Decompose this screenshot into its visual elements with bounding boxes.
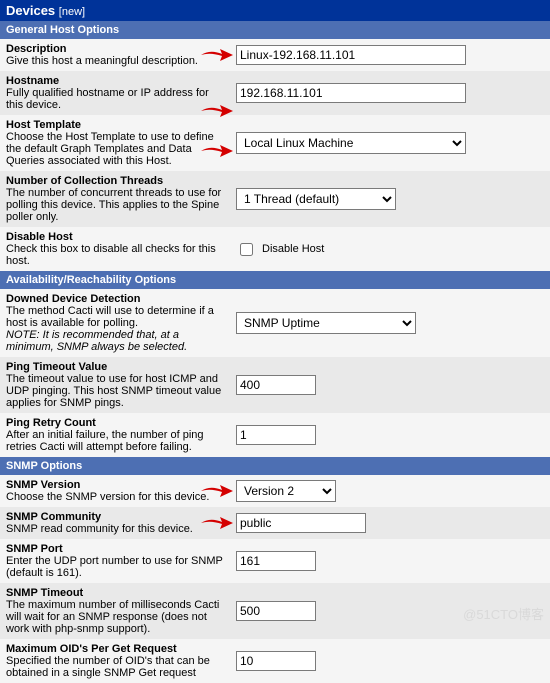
row-threads: Number of Collection Threads The number … [0, 171, 550, 227]
threads-select[interactable]: 1 Thread (default) [236, 188, 396, 210]
row-ping-timeout: Ping Timeout Value The timeout value to … [0, 357, 550, 413]
hostname-label: Hostname [6, 75, 59, 87]
title-main: Devices [6, 3, 55, 18]
description-input[interactable] [236, 45, 466, 65]
row-max-oid: Maximum OID's Per Get Request Specified … [0, 639, 550, 683]
ping-timeout-help: The timeout value to use for host ICMP a… [6, 373, 221, 409]
snmp-timeout-label: SNMP Timeout [6, 587, 83, 599]
row-description: Description Give this host a meaningful … [0, 39, 550, 71]
host-template-label: Host Template [6, 119, 81, 131]
ping-retry-help: After an initial failure, the number of … [6, 429, 204, 453]
row-hostname: Hostname Fully qualified hostname or IP … [0, 71, 550, 115]
max-oid-input[interactable] [236, 651, 316, 671]
snmp-version-label: SNMP Version [6, 479, 80, 491]
disable-label: Disable Host [6, 231, 73, 243]
max-oid-label: Maximum OID's Per Get Request [6, 643, 177, 655]
row-host-template: Host Template Choose the Host Template t… [0, 115, 550, 171]
row-snmp-port: SNMP Port Enter the UDP port number to u… [0, 539, 550, 583]
row-snmp-community: SNMP Community SNMP read community for t… [0, 507, 550, 539]
downed-help: The method Cacti will use to determine i… [6, 305, 214, 329]
row-downed: Downed Device Detection The method Cacti… [0, 289, 550, 357]
description-label: Description [6, 43, 67, 55]
row-snmp-version: SNMP Version Choose the SNMP version for… [0, 475, 550, 507]
snmp-community-help: SNMP read community for this device. [6, 523, 193, 535]
max-oid-help: Specified the number of OID's that can b… [6, 655, 210, 679]
row-ping-retry: Ping Retry Count After an initial failur… [0, 413, 550, 457]
snmp-community-input[interactable] [236, 513, 366, 533]
disable-help: Check this box to disable all checks for… [6, 243, 216, 267]
row-disable: Disable Host Check this box to disable a… [0, 227, 550, 271]
ping-retry-input[interactable] [236, 425, 316, 445]
snmp-timeout-help: The maximum number of milliseconds Cacti… [6, 599, 219, 635]
ping-retry-label: Ping Retry Count [6, 417, 96, 429]
snmp-version-help: Choose the SNMP version for this device. [6, 491, 209, 503]
snmp-port-input[interactable] [236, 551, 316, 571]
disable-checkbox[interactable] [240, 243, 253, 256]
description-help: Give this host a meaningful description. [6, 55, 198, 67]
downed-note: NOTE: It is recommended that, at a minim… [6, 329, 187, 353]
host-template-help: Choose the Host Template to use to defin… [6, 131, 214, 167]
threads-help: The number of concurrent threads to use … [6, 187, 221, 223]
section-general: General Host Options [0, 21, 550, 39]
snmp-port-help: Enter the UDP port number to use for SNM… [6, 555, 223, 579]
title-sub: [new] [59, 6, 85, 18]
hostname-input[interactable] [236, 83, 466, 103]
hostname-help: Fully qualified hostname or IP address f… [6, 87, 209, 111]
ping-timeout-input[interactable] [236, 375, 316, 395]
section-snmp: SNMP Options [0, 457, 550, 475]
downed-label: Downed Device Detection [6, 293, 140, 305]
snmp-timeout-input[interactable] [236, 601, 316, 621]
row-snmp-timeout: SNMP Timeout The maximum number of milli… [0, 583, 550, 639]
downed-select[interactable]: SNMP Uptime [236, 312, 416, 334]
host-template-select[interactable]: Local Linux Machine [236, 132, 466, 154]
disable-checkbox-label: Disable Host [262, 243, 324, 255]
threads-label: Number of Collection Threads [6, 175, 163, 187]
snmp-version-select[interactable]: Version 2 [236, 480, 336, 502]
snmp-community-label: SNMP Community [6, 511, 101, 523]
section-avail: Availability/Reachability Options [0, 271, 550, 289]
ping-timeout-label: Ping Timeout Value [6, 361, 107, 373]
page-title: Devices [new] [0, 0, 550, 21]
snmp-port-label: SNMP Port [6, 543, 63, 555]
